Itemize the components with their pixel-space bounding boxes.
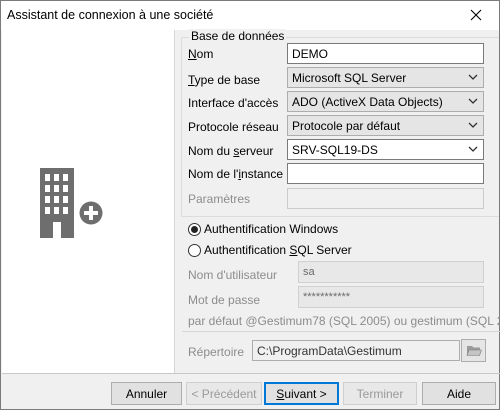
window-title: Assistant de connexion à une société xyxy=(7,8,214,22)
directory-input[interactable]: C:\ProgramData\Gestimum xyxy=(252,340,460,361)
password-label: Mot de passe xyxy=(188,293,261,307)
database-type-select[interactable]: Microsoft SQL Server xyxy=(287,67,484,88)
auth-windows-label: Authentification Windows xyxy=(204,222,339,236)
cancel-button[interactable]: Annuler xyxy=(111,382,182,405)
auth-sql-label: Authentification SQL Server xyxy=(204,243,352,257)
radio-indicator xyxy=(188,222,201,236)
chevron-down-icon xyxy=(468,74,478,80)
auth-windows-radio[interactable]: Authentification Windows xyxy=(188,222,338,236)
previous-button[interactable]: < Précédent xyxy=(186,382,262,405)
chevron-down-icon xyxy=(468,98,478,104)
password-hint: par défaut @Gestimum78 (SQL 2005) ou ges… xyxy=(188,314,500,328)
protocol-select[interactable]: Protocole par défaut xyxy=(287,115,484,136)
parameters-label: Paramètres xyxy=(188,192,251,206)
wizard-side-panel xyxy=(2,30,175,373)
interface-label: Interface d'accès xyxy=(188,96,279,110)
folder-open-icon xyxy=(466,346,482,356)
chevron-down-icon xyxy=(468,122,478,128)
title-bar: Assistant de connexion à une société xyxy=(1,1,499,30)
divider xyxy=(182,331,500,332)
username-input[interactable]: sa xyxy=(298,261,484,283)
building-add-icon xyxy=(40,168,105,238)
next-button[interactable]: Suivant > xyxy=(264,382,339,405)
directory-label: Répertoire xyxy=(188,345,245,359)
name-label: Nom xyxy=(188,47,214,61)
name-input[interactable]: DEMO xyxy=(287,43,484,64)
username-label: Nom d'utilisateur xyxy=(188,268,277,282)
database-type-label: Type de base xyxy=(188,73,261,87)
server-combobox[interactable]: SRV-SQL19-DS xyxy=(287,139,484,160)
dialog-window: Assistant de connexion à une société Bas… xyxy=(0,0,500,410)
database-group-legend: Base de données xyxy=(189,29,287,43)
close-button[interactable] xyxy=(467,6,485,24)
close-icon xyxy=(470,9,482,21)
auth-sql-radio[interactable]: Authentification SQL Server xyxy=(188,243,352,257)
instance-input[interactable] xyxy=(287,163,484,184)
parameters-input[interactable] xyxy=(287,188,484,209)
help-button[interactable]: Aide xyxy=(422,382,496,405)
radio-indicator xyxy=(188,243,201,257)
interface-select[interactable]: ADO (ActiveX Data Objects) xyxy=(287,91,484,112)
protocol-label: Protocole réseau xyxy=(188,120,279,134)
password-input[interactable]: *********** xyxy=(298,286,484,308)
chevron-down-icon xyxy=(468,146,478,152)
instance-label: Nom de l'instance xyxy=(188,167,284,181)
server-label: Nom du serveur xyxy=(188,144,274,158)
browse-folder-button[interactable] xyxy=(461,339,486,362)
finish-button[interactable]: Terminer xyxy=(343,382,417,405)
divider xyxy=(2,373,500,374)
